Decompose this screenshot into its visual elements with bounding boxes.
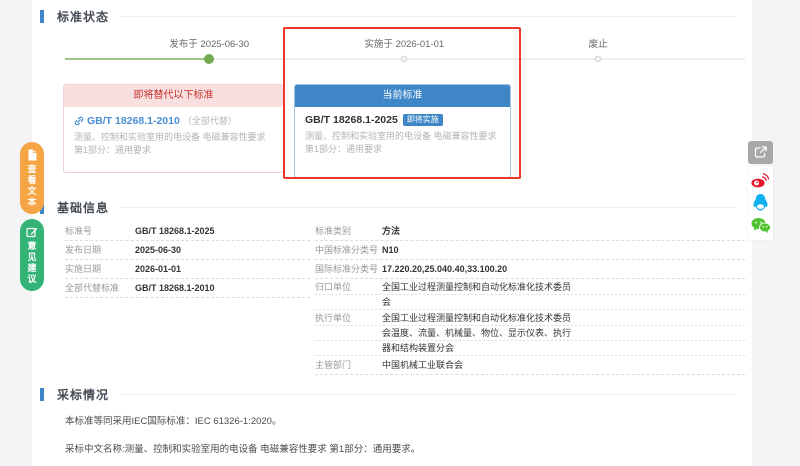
info-label: 执行单位	[315, 311, 382, 326]
info-label: 发布日期	[65, 241, 135, 259]
info-row-publish-date: 发布日期 2025-06-30	[65, 241, 310, 260]
section-accent-bar	[40, 388, 44, 401]
info-value: 2026-01-01	[135, 260, 181, 278]
info-label: 归口单位	[315, 280, 382, 295]
qq-icon[interactable]	[752, 193, 769, 212]
section-divider	[121, 394, 736, 395]
info-row-category: 标准类别 方法	[315, 222, 745, 241]
info-label: 国际标准分类号	[315, 260, 382, 278]
feedback-label: 意见建议	[26, 241, 39, 285]
timeline-abolished-label: 废止	[589, 36, 608, 50]
info-label: 中国标准分类号	[315, 241, 382, 259]
section-divider	[121, 207, 736, 208]
link-icon	[74, 116, 84, 126]
view-text-button[interactable]: 查看文本	[20, 142, 44, 214]
previous-card-header: 即将替代以下标准	[64, 85, 283, 107]
info-value: 2025-06-30	[135, 241, 181, 259]
share-icon	[753, 145, 768, 160]
info-value: 方法	[382, 222, 572, 240]
info-row-standard-no: 标准号 GB/T 18268.1-2025	[65, 222, 310, 241]
adoption-section-header: 采标情况	[40, 386, 744, 402]
adoption-chinese-name: 采标中文名称:测量、控制和实验室用的电设备 电磁兼容性要求 第1部分：通用要求。	[65, 441, 420, 455]
info-value: 17.220.20,25.040.40,33.100.20	[382, 260, 572, 278]
info-row-implement-date: 实施日期 2026-01-01	[65, 260, 310, 279]
centralized-unit-link[interactable]: 全国工业过程测量控制和自动化标准化技术委员会	[382, 280, 572, 310]
info-row-executive-unit: 执行单位 全国工业过程测量控制和自动化标准化技术委员会温度、流量、机械量、物位、…	[315, 310, 745, 356]
info-row-replaced-standard: 全部代替标准 GB/T 18268.1-2010	[65, 279, 310, 298]
section-accent-bar	[40, 10, 44, 23]
content-panel: 标准状态 发布于 2025-06-30 实施于 2026-01-01 废止 即将…	[32, 0, 752, 466]
feedback-button[interactable]: 意见建议	[20, 219, 44, 291]
wechat-icon[interactable]	[751, 217, 771, 234]
info-value: GB/T 18268.1-2025	[135, 222, 215, 240]
info-value: GB/T 18268.1-2010	[135, 279, 215, 297]
current-card-header: 当前标准	[295, 85, 510, 107]
basic-info-left-column: 标准号 GB/T 18268.1-2025 发布日期 2025-06-30 实施…	[65, 222, 310, 298]
timeline-implemented-dot	[401, 56, 408, 63]
social-share-strip	[748, 166, 773, 240]
info-label: 标准号	[65, 222, 135, 240]
previous-standard-card: 即将替代以下标准 GB/T 18268.1-2010 （全部代替） 测量、控制和…	[63, 84, 284, 173]
info-label: 实施日期	[65, 260, 135, 278]
competent-department-link[interactable]: 中国机械工业联合会	[382, 356, 572, 374]
timeline-abolished-dot	[595, 56, 602, 63]
status-section-title: 标准状态	[57, 8, 109, 25]
previous-standard-link[interactable]: GB/T 18268.1-2010	[87, 115, 180, 127]
info-row-ccs-code: 中国标准分类号 N10	[315, 241, 745, 260]
basic-info-section-header: 基础信息	[40, 199, 744, 215]
current-standard-code: GB/T 18268.1-2025	[305, 114, 398, 126]
current-standard-description: 测量、控制和实验室用的电设备 电磁兼容性要求 第1部分：通用要求	[305, 130, 500, 156]
section-divider	[121, 16, 736, 17]
basic-info-right-column: 标准类别 方法 中国标准分类号 N10 国际标准分类号 17.220.20,25…	[315, 222, 745, 375]
executive-unit-link[interactable]: 全国工业过程测量控制和自动化标准化技术委员会温度、流量、机械量、物位、显示仪表、…	[382, 311, 572, 356]
adoption-statement: 本标准等同采用IEC国际标准：IEC 61326-1:2020。	[65, 413, 281, 427]
info-row-centralized-unit: 归口单位 全国工业过程测量控制和自动化标准化技术委员会	[315, 279, 745, 310]
share-button[interactable]	[748, 141, 773, 164]
basic-info-section-title: 基础信息	[57, 199, 109, 216]
implementation-status-badge: 即将实施	[403, 114, 443, 126]
timeline-progress	[65, 58, 209, 60]
status-section-header: 标准状态	[40, 8, 744, 24]
adoption-section-title: 采标情况	[57, 386, 109, 403]
info-value: N10	[382, 241, 572, 259]
info-row-ics-code: 国际标准分类号 17.220.20,25.040.40,33.100.20	[315, 260, 745, 279]
standard-status-timeline: 发布于 2025-06-30 实施于 2026-01-01 废止	[65, 36, 745, 68]
info-label: 标准类别	[315, 222, 382, 240]
weibo-icon[interactable]	[751, 172, 770, 188]
replace-note: （全部代替）	[183, 114, 237, 127]
timeline-published-dot	[204, 54, 214, 64]
edit-icon	[26, 226, 38, 238]
current-standard-card: 当前标准 GB/T 18268.1-2025 即将实施 测量、控制和实验室用的电…	[294, 84, 511, 178]
timeline-published-label: 发布于 2025-06-30	[169, 36, 249, 50]
document-icon	[27, 149, 38, 161]
info-label: 全部代替标准	[65, 279, 135, 297]
timeline-implemented-label: 实施于 2026-01-01	[364, 36, 444, 50]
view-text-label: 查看文本	[26, 164, 39, 208]
info-label: 主管部门	[315, 356, 382, 374]
info-row-competent-department: 主管部门 中国机械工业联合会	[315, 356, 745, 375]
previous-standard-description: 测量、控制和实验室用的电设备 电磁兼容性要求 第1部分：通用要求	[74, 131, 273, 157]
